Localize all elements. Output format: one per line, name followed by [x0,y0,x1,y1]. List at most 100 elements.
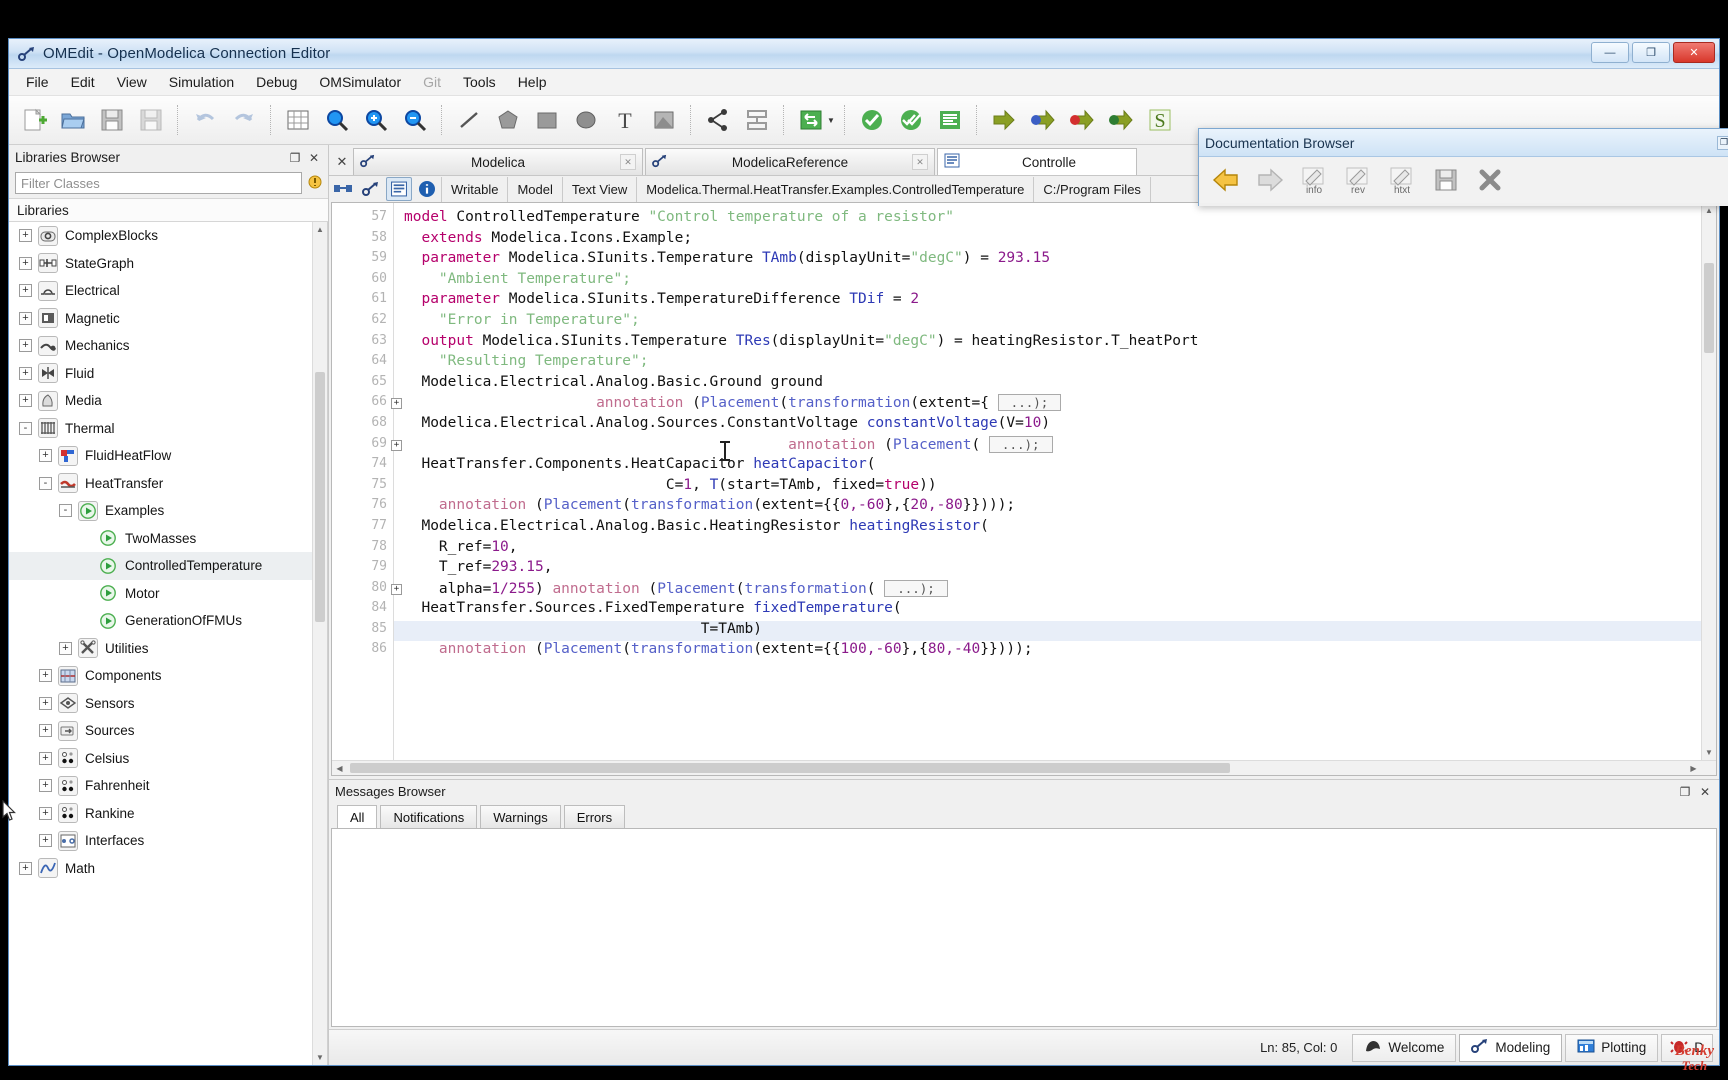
transition-icon[interactable] [738,101,776,139]
instantiate-model-icon[interactable] [931,101,969,139]
close-all-tabs-button[interactable]: ✕ [331,148,353,175]
perspective-modeling[interactable]: Modeling [1459,1033,1563,1062]
code-line[interactable]: Modelica.Electrical.Analog.Basic.Heating… [394,518,1716,539]
icon-view-icon[interactable] [358,177,384,201]
tree-item-interfaces[interactable]: + Interfaces [9,827,327,855]
expand-toggle-icon[interactable]: + [19,256,32,270]
scroll-thumb[interactable] [1704,263,1714,353]
code-line[interactable]: C=1, T(start=TAmb, fixed=true)) [394,477,1716,498]
expand-toggle-icon[interactable]: + [39,669,52,683]
expand-toggle-icon[interactable]: + [39,449,52,463]
tree-item-examples[interactable]: - Examples [9,497,327,525]
code-vertical-scrollbar[interactable]: ▲ ▼ [1701,203,1716,760]
expand-toggle-icon[interactable]: + [39,696,52,710]
expand-toggle-icon[interactable]: + [19,366,32,380]
code-line[interactable]: HeatTransfer.Sources.FixedTemperature fi… [394,600,1716,621]
expand-toggle-icon[interactable]: + [39,724,52,738]
scroll-right-arrow[interactable]: ▶ [1686,761,1701,775]
tree-item-math[interactable]: + Math [9,855,327,883]
code-line[interactable]: "Ambient Temperature"; [394,271,1716,292]
menu-help[interactable]: Help [507,70,558,94]
code-line[interactable]: Modelica.Electrical.Analog.Basic.Ground … [394,374,1716,395]
tree-item-motor[interactable]: Motor [9,580,327,608]
tab-warnings[interactable]: Warnings [480,805,561,828]
scroll-left-arrow[interactable]: ◀ [332,761,347,775]
tab-controlledtemperature[interactable]: Controlle [937,148,1137,175]
documentation-browser-window[interactable]: Documentation Browser ❐ info rev htxt [1198,128,1728,206]
diagram-view-icon[interactable] [330,177,356,201]
tree-item-controlledtemperature[interactable]: ControlledTemperature [9,552,327,580]
tree-item-rankine[interactable]: + Rankine [9,800,327,828]
code-line[interactable]: alpha=1/255) annotation (Placement(trans… [394,579,1716,601]
tree-item-generationoffmus[interactable]: GenerationOfFMUs [9,607,327,635]
tab-modelicareference[interactable]: ModelicaReference ✕ [645,148,935,175]
tree-item-sources[interactable]: + Sources [9,717,327,745]
pencil-icon[interactable]: info [1293,160,1335,200]
pencil-icon[interactable]: rev [1337,160,1379,200]
code-line[interactable]: model ControlledTemperature "Control tem… [394,209,1716,230]
zoom-reset-icon[interactable] [318,101,356,139]
menu-simulation[interactable]: Simulation [158,70,245,94]
zoom-out-icon[interactable] [396,101,434,139]
collapsed-annotation-box[interactable]: ...); [884,579,948,597]
scroll-thumb[interactable] [315,372,325,622]
filter-options-icon[interactable] [306,173,324,194]
expand-toggle-icon[interactable]: + [59,641,72,655]
expand-toggle-icon[interactable]: + [19,311,32,325]
code-line[interactable]: annotation (Placement(transformation(ext… [394,497,1716,518]
code-line[interactable]: T_ref=293.15, [394,559,1716,580]
check-all-models-icon[interactable] [892,101,930,139]
text-icon[interactable]: T [606,101,644,139]
perspective-plotting[interactable]: Plotting [1565,1033,1659,1062]
new-file-icon[interactable] [15,101,53,139]
filter-classes-input[interactable]: Filter Classes [15,172,302,194]
tab-all[interactable]: All [337,805,378,828]
text-view-icon[interactable] [386,177,412,201]
tree-item-mechanics[interactable]: + Mechanics [9,332,327,360]
rectangle-icon[interactable] [528,101,566,139]
tree-item-heattransfer[interactable]: - HeatTransfer [9,470,327,498]
tree-item-fluid[interactable]: + Fluid [9,360,327,388]
code-horizontal-scrollbar[interactable]: ◀ ▶ [332,760,1716,775]
code-line[interactable]: parameter Modelica.SIunits.Temperature T… [394,250,1716,271]
tree-item-components[interactable]: + Components [9,662,327,690]
simulation-setup-icon[interactable]: S [1141,101,1179,139]
minimize-button[interactable]: — [1591,42,1629,63]
resimulate-icon[interactable] [792,101,830,139]
expand-toggle-icon[interactable]: + [19,284,32,298]
expand-toggle-icon[interactable]: + [39,834,52,848]
scroll-down-arrow[interactable]: ▼ [1702,745,1716,760]
line-icon[interactable] [450,101,488,139]
tree-item-complexblocks[interactable]: + ComplexBlocks [9,222,327,250]
tree-item-fahrenheit[interactable]: + Fahrenheit [9,772,327,800]
scroll-up-arrow[interactable]: ▲ [313,222,327,237]
connect-icon[interactable] [699,101,737,139]
code-line[interactable]: "Resulting Temperature"; [394,353,1716,374]
zoom-in-icon[interactable] [357,101,395,139]
close-x-icon[interactable] [1469,160,1511,200]
back-arrow-icon[interactable] [1205,160,1247,200]
menu-tools[interactable]: Tools [452,70,507,94]
simulate-arrow-icon[interactable] [985,101,1023,139]
polygon-icon[interactable] [489,101,527,139]
maximize-button[interactable]: ❐ [1632,42,1670,63]
menu-view[interactable]: View [106,70,158,94]
perspective-welcome[interactable]: Welcome [1352,1033,1457,1062]
undock-icon[interactable]: ❐ [1677,784,1693,800]
code-line[interactable]: extends Modelica.Icons.Example; [394,230,1716,251]
expand-toggle-icon[interactable]: + [19,229,32,243]
tab-notifications[interactable]: Notifications [380,805,478,828]
tree-item-magnetic[interactable]: + Magnetic [9,305,327,333]
save-icon[interactable] [93,101,131,139]
undock-icon[interactable]: ❐ [1717,135,1728,150]
menu-debug[interactable]: Debug [245,70,308,94]
simulate-transform-icon[interactable] [1024,101,1062,139]
menu-edit[interactable]: Edit [60,70,106,94]
code-line[interactable]: T=TAmb) [394,620,1716,642]
code-line[interactable]: annotation (Placement(transformation(ext… [394,394,1716,415]
tree-item-media[interactable]: + Media [9,387,327,415]
tree-item-thermal[interactable]: - Thermal [9,415,327,443]
ellipse-icon[interactable] [567,101,605,139]
close-button[interactable]: ✕ [1673,42,1715,63]
save-as-icon[interactable] [132,101,170,139]
